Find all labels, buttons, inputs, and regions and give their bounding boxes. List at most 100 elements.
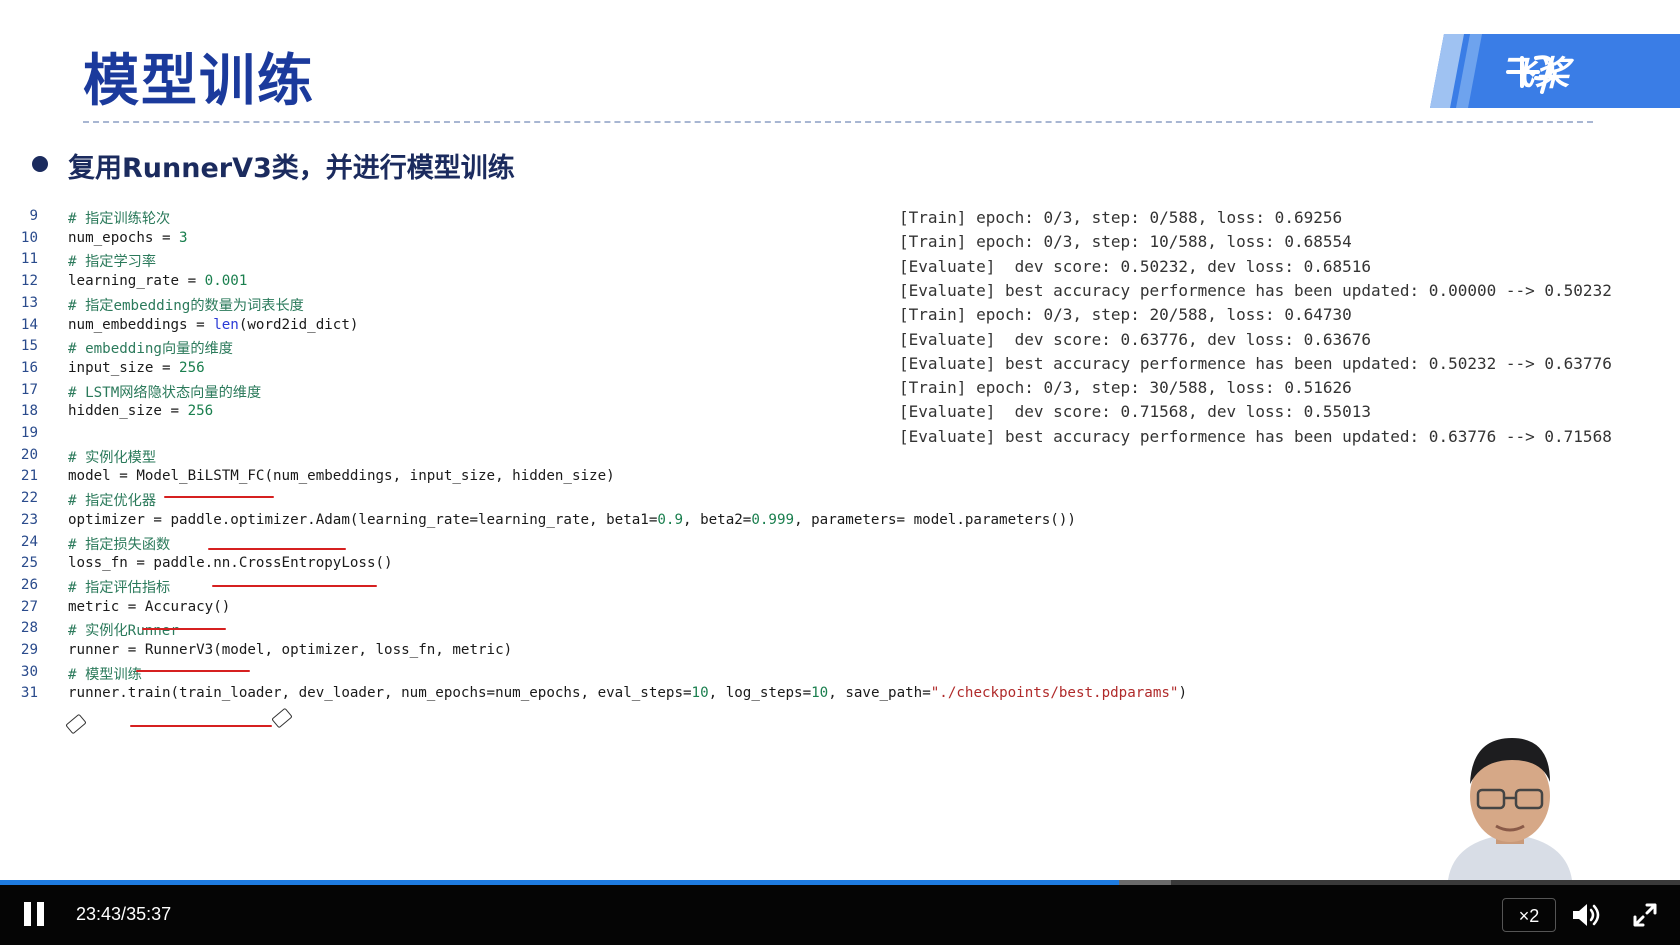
line-number: 24 (20, 533, 38, 550)
code-text: # 指定评估指标 (68, 577, 170, 597)
code-token: # 指定embedding的数量为词表长度 (68, 297, 304, 314)
player-control-bar (0, 880, 1680, 945)
line-number: 19 (20, 425, 38, 441)
code-token: # embedding向量的维度 (68, 341, 233, 358)
output-line: [Evaluate] dev score: 0.71568, dev loss:… (899, 402, 1372, 422)
output-line: [Train] epoch: 0/3, step: 20/588, loss: … (899, 305, 1352, 325)
line-number: 11 (20, 251, 38, 268)
output-line: [Train] epoch: 0/3, step: 10/588, loss: … (899, 232, 1352, 252)
code-token: (word2id_dict) (238, 316, 359, 333)
code-token: , log_steps= (708, 685, 812, 702)
line-number: 16 (20, 359, 38, 376)
code-text: runner = RunnerV3(model, optimizer, loss… (68, 642, 512, 658)
code-token: 256 (179, 359, 205, 376)
current-time: 23:43 (76, 904, 122, 924)
code-text: input_size = 256 (68, 360, 205, 376)
code-token: # 实例化Runner (68, 623, 179, 640)
line-number: 10 (20, 229, 38, 246)
code-text: optimizer = paddle.optimizer.Adam(learni… (68, 512, 1076, 528)
code-token: hidden_size = (68, 403, 188, 420)
code-text: hidden_size = 256 (68, 403, 213, 419)
annotation-underline (130, 725, 272, 727)
code-text: num_embeddings = len(word2id_dict) (68, 317, 358, 333)
output-line: [Evaluate] best accuracy performence has… (899, 426, 1612, 446)
progress-played[interactable] (0, 880, 1119, 885)
line-number: 21 (20, 468, 38, 485)
output-line: [Evaluate] best accuracy performence has… (899, 280, 1612, 300)
annotation-underline (136, 670, 250, 672)
code-token: # 指定评估指标 (68, 579, 171, 596)
code-token: # 指定损失函数 (68, 536, 171, 553)
code-token: optimizer = paddle.optimizer.Adam(learni… (68, 511, 658, 528)
code-token: 3 (179, 229, 188, 246)
code-token: len (213, 316, 239, 333)
line-number: 29 (20, 642, 38, 658)
code-text: metric = Accuracy() (68, 599, 230, 615)
code-text: model = Model_BiLSTM_FC(num_embeddings, … (68, 468, 615, 484)
line-number: 14 (20, 316, 38, 333)
code-token: , parameters= model.parameters()) (794, 511, 1076, 528)
code-text: # 指定embedding的数量为词表长度 (68, 295, 304, 315)
output-line: [Evaluate] dev score: 0.63776, dev loss:… (899, 329, 1372, 349)
line-number: 12 (20, 273, 38, 290)
code-token: 0.999 (751, 511, 795, 528)
annotation-underline (142, 628, 226, 630)
code-token: # 模型训练 (68, 666, 142, 683)
playback-speed-button[interactable]: ×2 (1502, 898, 1556, 932)
code-token: # 指定训练轮次 (68, 211, 171, 227)
line-number: 17 (20, 381, 38, 398)
bullet-dot (32, 156, 48, 172)
line-number: 27 (20, 598, 38, 615)
line-number: 20 (20, 446, 38, 463)
code-token: ) (1178, 685, 1187, 702)
slide-title: 模型训练 (83, 49, 315, 114)
slide: 模型训练 飞桨 复用RunnerV3类，并进行模型训练 9 # 指定训练轮次 10 n… (0, 0, 1680, 880)
output-line: [Evaluate] dev score: 0.50232, dev loss:… (899, 256, 1372, 276)
code-token: input_size = (68, 359, 180, 376)
pause-icon[interactable] (22, 902, 46, 926)
code-text: learning_rate = 0.001 (68, 273, 247, 289)
presenter-video (1448, 738, 1572, 880)
code-text: # LSTM网络隐状态向量的维度 (68, 382, 261, 402)
annotation-underline (164, 496, 274, 498)
line-number: 25 (20, 555, 38, 572)
line-number: 31 (20, 685, 38, 702)
line-number: 15 (20, 338, 38, 355)
annotation-underline (208, 548, 346, 550)
line-number: 9 (29, 208, 38, 224)
code-token: 256 (187, 403, 214, 420)
code-token: 0.9 (657, 511, 683, 528)
code-token: model = Model_BiLSTM_FC(num_embeddings, … (68, 468, 615, 485)
code-text: num_epochs = 3 (68, 230, 188, 246)
code-text: loss_fn = paddle.nn.CrossEntropyLoss() (68, 555, 393, 571)
code-text: # 指定损失函数 (68, 534, 170, 554)
code-token: num_epochs = (68, 229, 180, 246)
code-token: loss_fn = paddle.nn.CrossEntropyLoss() (68, 555, 393, 572)
code-text: # 指定学习率 (68, 251, 156, 271)
volume-icon[interactable] (1570, 901, 1600, 929)
code-token: # LSTM网络隐状态向量的维度 (68, 384, 262, 401)
output-line: [Evaluate] best accuracy performence has… (899, 353, 1612, 373)
line-number: 18 (20, 403, 38, 420)
code-token: "./checkpoints/best.pdparams" (930, 685, 1179, 702)
code-token: 10 (811, 685, 829, 702)
fullscreen-icon[interactable] (1632, 902, 1658, 928)
line-number: 30 (20, 663, 38, 680)
line-number: 22 (20, 490, 38, 507)
paddle-logo-text: 飞桨 (1500, 54, 1570, 94)
code-token: num_embeddings = (68, 316, 214, 333)
output-line: [Train] epoch: 0/3, step: 0/588, loss: 0… (899, 208, 1343, 227)
code-text: # 模型训练 (68, 664, 142, 684)
code-text: # 指定优化器 (68, 490, 156, 510)
code-token: learning_rate = (68, 273, 205, 290)
code-text: # 指定训练轮次 (68, 208, 170, 228)
code-text: runner.train(train_loader, dev_loader, n… (68, 685, 1187, 701)
code-token: runner.train(train_loader, dev_loader, n… (68, 685, 692, 702)
code-token: 10 (691, 685, 709, 702)
total-time: 35:37 (126, 904, 172, 924)
code-token: , save_path= (828, 685, 931, 702)
title-divider (83, 121, 1593, 123)
time-display: 23:43/35:37 (76, 904, 171, 925)
line-number: 13 (20, 294, 38, 311)
code-token: metric = Accuracy() (68, 598, 231, 615)
